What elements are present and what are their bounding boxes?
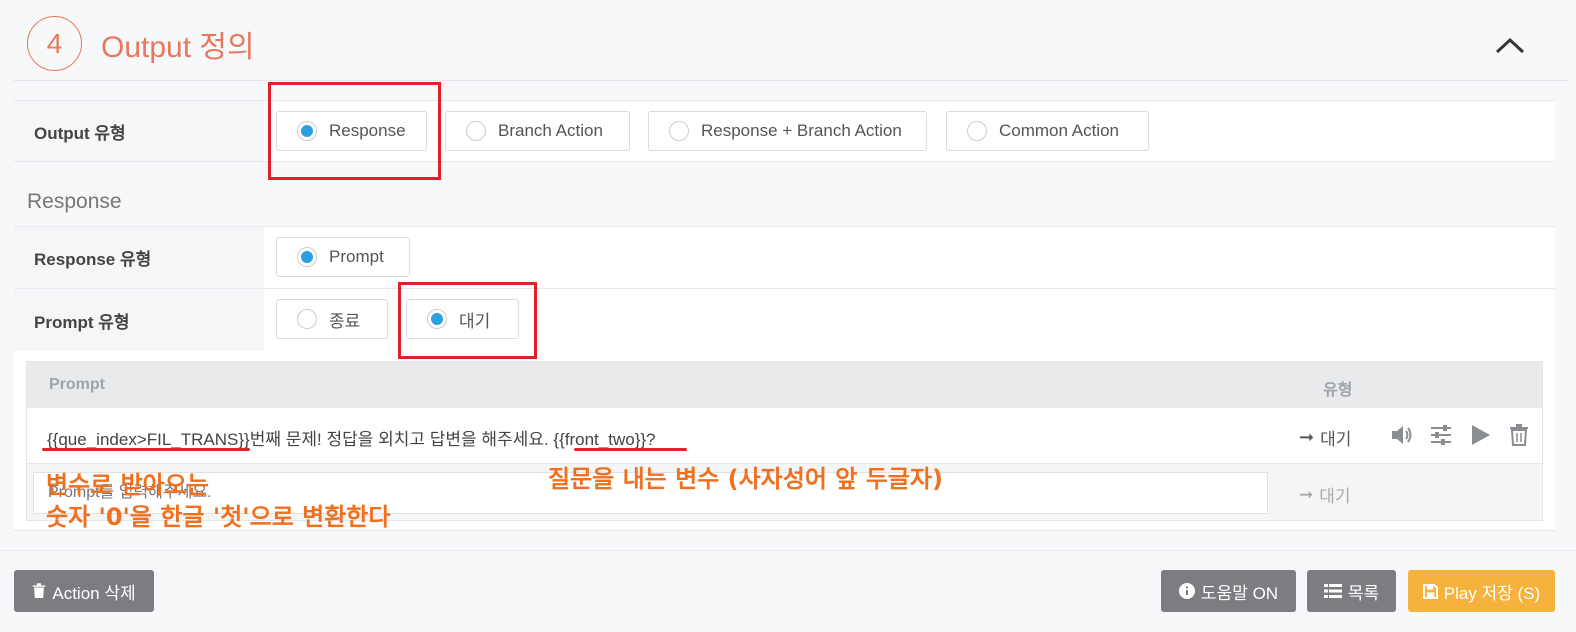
prompt-type-label: Prompt 유형: [14, 289, 264, 351]
list-button[interactable]: 목록: [1307, 570, 1396, 612]
radio-label: 대기: [459, 311, 491, 331]
delete-action-button[interactable]: Action 삭제: [14, 570, 154, 612]
output-type-label: Output 유형: [14, 101, 264, 161]
settings-button[interactable]: [1428, 422, 1454, 448]
help-toggle-button[interactable]: 도움말 ON: [1161, 570, 1296, 612]
radio-indicator: [297, 121, 317, 141]
radio-indicator: [297, 247, 317, 267]
response-section-title: Response: [27, 190, 122, 213]
radio-indicator: [297, 309, 317, 329]
prompt-text-body: 번째 문제! 정답을 외치고 답변을 해주세요.: [249, 430, 554, 449]
info-icon: [1178, 583, 1195, 599]
radio-indicator: [466, 121, 486, 141]
prompt-variable-front-two: {{front_two}}: [553, 430, 647, 449]
step-number: 4: [27, 16, 82, 71]
radio-label: 종료: [329, 311, 361, 331]
sliders-icon: [1431, 425, 1451, 445]
annotation-left-line1: 변수로 받아오는: [46, 471, 209, 499]
radio-wait[interactable]: 대기: [406, 299, 519, 339]
prompt-variable-index: {{que_index>FIL_TRANS}}: [47, 430, 250, 449]
list-icon: [1323, 584, 1342, 598]
output-type-row: Output 유형 Response Branch Action Respons…: [14, 100, 1555, 162]
arrow-right-icon: ➞: [1299, 484, 1314, 504]
save-icon: [1422, 583, 1438, 599]
radio-label: Response + Branch Action: [701, 121, 902, 140]
row-type: ➞ 대기: [1299, 425, 1351, 450]
radio-label: Branch Action: [498, 121, 603, 140]
play-button[interactable]: [1467, 422, 1493, 448]
radio-common-action[interactable]: Common Action: [946, 111, 1149, 151]
column-header-type: 유형: [1323, 382, 1353, 399]
footer-divider: [0, 550, 1576, 551]
radio-response-branch-action[interactable]: Response + Branch Action: [648, 111, 927, 151]
annotation-left-line2: 숫자 '0'을 한글 '첫'으로 변환한다: [46, 503, 391, 531]
response-type-label: Response 유형: [14, 227, 264, 288]
save-play-button[interactable]: Play 저장 (S): [1408, 570, 1555, 612]
help-toggle-label: 도움말 ON: [1200, 583, 1279, 603]
new-row-type-label: 대기: [1319, 487, 1351, 506]
section-title: Output 정의: [101, 31, 255, 64]
prompt-table-header: Prompt 유형: [27, 362, 1542, 408]
row-type-label: 대기: [1320, 430, 1352, 449]
prompt-type-row: Prompt 유형 종료 대기: [14, 289, 1555, 352]
play-icon: [1472, 425, 1490, 445]
radio-label: Response: [329, 121, 406, 140]
chevron-up-icon: [1495, 37, 1525, 54]
list-label: 목록: [1347, 583, 1380, 603]
underline-index-variable: [42, 448, 250, 451]
column-header-prompt: Prompt: [49, 376, 105, 393]
delete-row-button[interactable]: [1506, 422, 1532, 448]
delete-action-label: Action 삭제: [52, 583, 136, 603]
radio-branch-action[interactable]: Branch Action: [445, 111, 630, 151]
radio-indicator: [967, 121, 987, 141]
prompt-text: {{que_index>FIL_TRANS}}번째 문제! 정답을 외치고 답변…: [47, 425, 656, 450]
radio-prompt[interactable]: Prompt: [276, 237, 410, 277]
prompt-text-end: ?: [646, 430, 656, 449]
collapse-button[interactable]: [1494, 30, 1526, 60]
trash-icon: [33, 583, 46, 598]
section-header: 4 Output 정의: [14, 0, 1568, 81]
annotation-right: 질문을 내는 변수 (사자성어 앞 두글자): [548, 465, 943, 493]
response-type-row: Response 유형 Prompt: [14, 226, 1555, 289]
speaker-button[interactable]: [1389, 422, 1415, 448]
radio-indicator: [669, 121, 689, 141]
underline-front-two-variable: [574, 448, 687, 451]
speaker-icon: [1392, 426, 1412, 444]
arrow-right-icon: ➞: [1299, 427, 1315, 447]
table-row[interactable]: {{que_index>FIL_TRANS}}번째 문제! 정답을 외치고 답변…: [27, 408, 1542, 464]
radio-response[interactable]: Response: [276, 111, 427, 151]
trash-icon: [1510, 424, 1528, 446]
new-row-type[interactable]: ➞ 대기: [1299, 482, 1351, 507]
save-play-label: Play 저장 (S): [1443, 583, 1541, 603]
radio-label: Prompt: [329, 247, 384, 266]
radio-end[interactable]: 종료: [276, 299, 388, 339]
radio-indicator: [427, 309, 447, 329]
radio-label: Common Action: [999, 121, 1119, 140]
prompt-table: Prompt 유형 {{que_index>FIL_TRANS}}번째 문제! …: [26, 361, 1543, 521]
